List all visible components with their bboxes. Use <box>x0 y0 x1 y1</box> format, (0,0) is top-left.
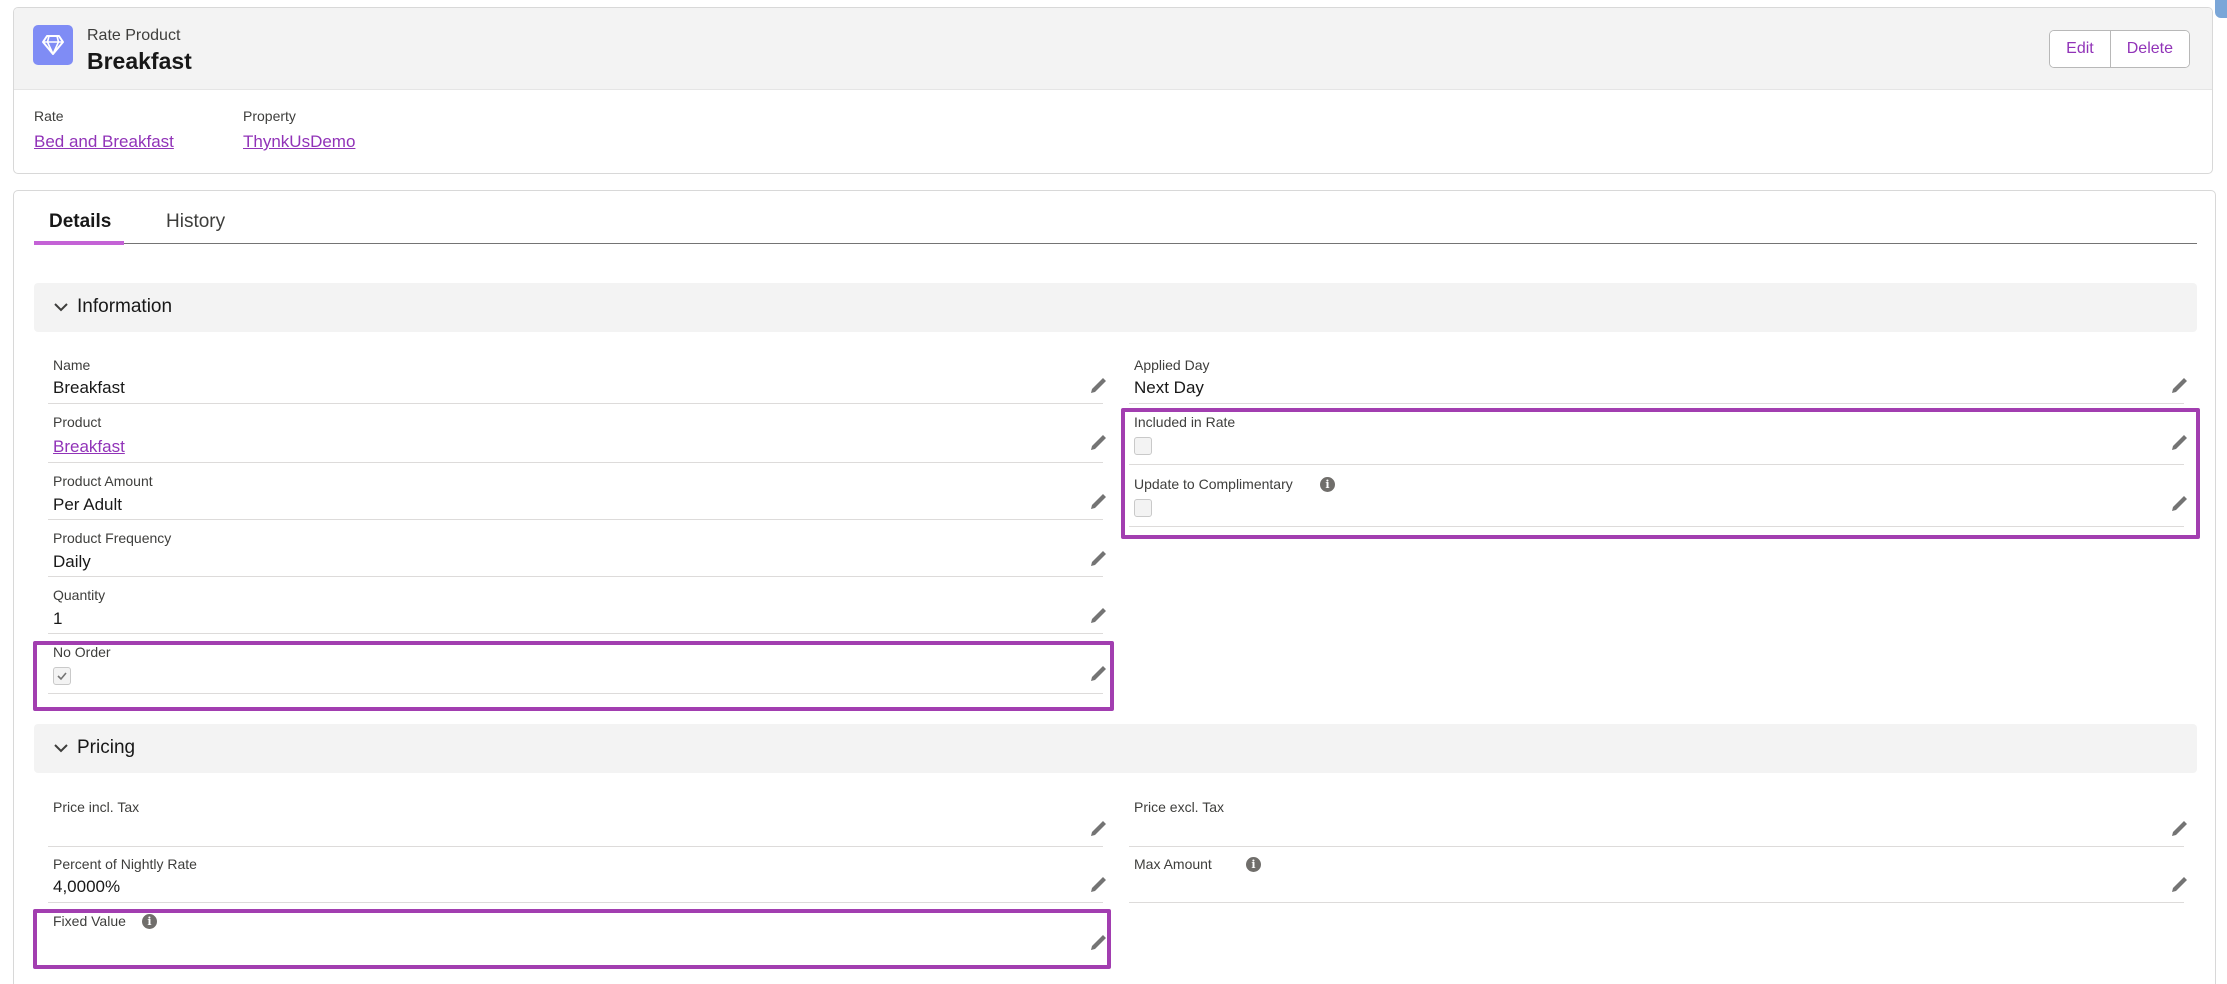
pencil-icon[interactable] <box>2170 820 2188 838</box>
tab-history[interactable]: History <box>166 211 225 244</box>
pencil-icon[interactable] <box>1089 493 1107 511</box>
product-link[interactable]: Breakfast <box>53 437 125 457</box>
field-value: 4,0000% <box>53 877 121 896</box>
record-header: Rate Product Breakfast Edit Delete Rate … <box>13 7 2213 174</box>
info-icon[interactable]: i <box>1246 857 1261 872</box>
field-divider <box>48 462 1103 463</box>
pencil-icon[interactable] <box>1089 876 1107 894</box>
field-applied-day: Applied Day Next Day <box>1129 357 2187 413</box>
field-label: Percent of Nightly Rate <box>53 856 197 872</box>
field-divider <box>48 576 1103 577</box>
pencil-icon[interactable] <box>1089 377 1107 395</box>
record-detail-card: Details History Information Name Breakfa… <box>13 190 2216 984</box>
field-label: Product Frequency <box>53 530 172 546</box>
highlight-box-no-order <box>33 641 1114 711</box>
utility-corner-tab[interactable] <box>2215 0 2227 18</box>
field-divider <box>48 902 1103 903</box>
pencil-icon[interactable] <box>1089 434 1107 452</box>
field-label: Quantity <box>53 587 106 603</box>
highlight-box-checkbox-fields <box>1121 408 2200 539</box>
property-link[interactable]: ThynkUsDemo <box>243 132 355 152</box>
highlight-box-fixed-value <box>33 909 1111 969</box>
field-price-incl-tax: Price incl. Tax <box>48 799 1106 856</box>
field-product-frequency: Product Frequency Daily <box>48 530 1106 587</box>
tab-details-label: Details <box>49 211 112 232</box>
pencil-icon[interactable] <box>2170 876 2188 894</box>
field-value: Daily <box>53 552 91 571</box>
field-label: Product Amount <box>53 473 153 489</box>
edit-button[interactable]: Edit <box>2050 31 2110 67</box>
object-type-label: Rate Product <box>87 27 181 44</box>
pencil-icon[interactable] <box>1089 820 1107 838</box>
field-divider <box>1129 403 2184 404</box>
field-product-amount: Product Amount Per Adult <box>48 473 1106 530</box>
field-value: Next Day <box>1134 378 1204 397</box>
field-divider <box>48 846 1103 847</box>
field-divider <box>1129 902 2184 903</box>
field-label: Product <box>53 414 102 430</box>
rate-link[interactable]: Bed and Breakfast <box>34 132 174 152</box>
field-divider <box>48 633 1103 634</box>
field-divider <box>48 403 1103 404</box>
chevron-down-icon <box>54 744 68 753</box>
section-title-pricing: Pricing <box>77 737 136 758</box>
record-page: Rate Product Breakfast Edit Delete Rate … <box>0 0 2227 984</box>
header-button-group: Edit Delete <box>2049 30 2190 68</box>
diamond-icon <box>33 25 73 65</box>
field-max-amount: Max Amount i <box>1129 856 2187 912</box>
highlight-label-property: Property <box>243 108 296 124</box>
field-value: 1 <box>53 609 63 628</box>
field-label: Applied Day <box>1134 357 1210 373</box>
field-product: Product Breakfast <box>48 414 1106 472</box>
field-value: Breakfast <box>53 378 125 397</box>
header-top-bar: Rate Product Breakfast Edit Delete <box>14 8 2212 90</box>
tab-bar: Details History <box>34 211 2197 245</box>
field-divider <box>1129 846 2184 847</box>
pencil-icon[interactable] <box>1089 607 1107 625</box>
chevron-down-icon <box>54 303 68 312</box>
field-quantity: Quantity 1 <box>48 587 1106 644</box>
section-title-information: Information <box>77 296 173 317</box>
field-name: Name Breakfast <box>48 357 1106 413</box>
field-percent-of-nightly-rate: Percent of Nightly Rate 4,0000% <box>48 856 1106 912</box>
delete-button[interactable]: Delete <box>2109 31 2189 67</box>
field-value: Per Adult <box>53 495 122 514</box>
section-header-pricing[interactable]: Pricing <box>34 724 2197 773</box>
field-label: Price excl. Tax <box>1134 799 1224 815</box>
field-label: Name <box>53 357 91 373</box>
active-tab-indicator <box>34 241 124 245</box>
pencil-icon[interactable] <box>2170 377 2188 395</box>
field-label: Max Amount <box>1134 856 1212 872</box>
field-price-excl-tax: Price excl. Tax <box>1129 799 2187 856</box>
pencil-icon[interactable] <box>1089 550 1107 568</box>
section-header-information[interactable]: Information <box>34 283 2197 332</box>
record-title: Breakfast <box>87 48 192 74</box>
field-label: Price incl. Tax <box>53 799 140 815</box>
tab-details[interactable]: Details <box>49 211 111 244</box>
field-divider <box>48 519 1103 520</box>
highlight-label-rate: Rate <box>34 108 64 124</box>
